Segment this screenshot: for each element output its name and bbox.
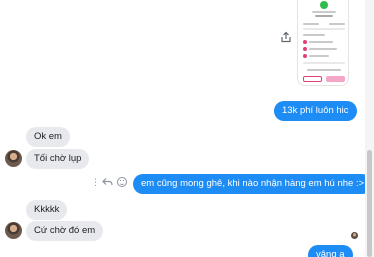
reply-icon[interactable] xyxy=(102,177,113,187)
contact-avatar xyxy=(5,150,22,167)
message-bubble-outgoing[interactable]: 13k phí luôn hic xyxy=(274,101,357,121)
more-options-icon[interactable]: ⋮ xyxy=(91,177,100,187)
message-bubble-outgoing[interactable]: vâng ạ xyxy=(308,245,353,257)
message-bubble-incoming[interactable]: Kkkkk xyxy=(26,200,68,220)
share-icon[interactable] xyxy=(280,31,292,43)
contact-avatar xyxy=(5,222,22,239)
smiley-icon[interactable] xyxy=(117,177,127,187)
shared-image[interactable] xyxy=(297,0,349,86)
message-bubble-incoming[interactable]: Cứ chờ đó em xyxy=(26,221,104,241)
check-icon xyxy=(320,1,328,9)
message-bubble-incoming[interactable]: Tối chờ lụp xyxy=(26,149,90,169)
message-bubble-incoming[interactable]: Ok em xyxy=(26,127,70,147)
scrollbar-thumb[interactable] xyxy=(367,150,372,257)
seen-avatar xyxy=(351,232,358,239)
message-bubble-outgoing[interactable]: em cũng mong ghê, khi nào nhận hàng em h… xyxy=(133,174,373,194)
chat-thread: 13k phí luôn hic Ok em Tối chờ lụp ⋮ em … xyxy=(0,0,374,257)
